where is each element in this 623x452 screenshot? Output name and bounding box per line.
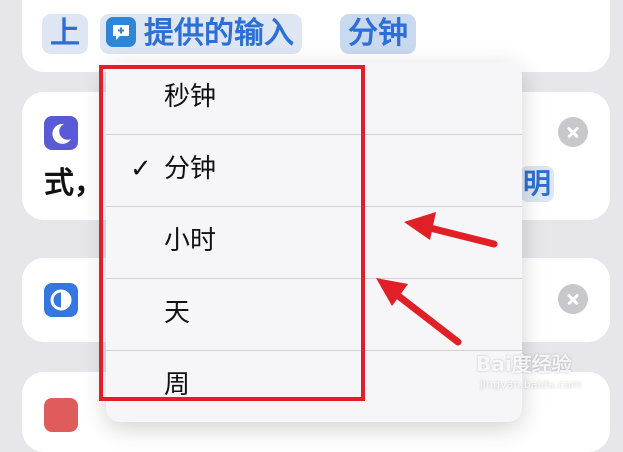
watermark-url: jingyan.baidu.com	[480, 378, 582, 391]
annotation-arrows	[376, 212, 498, 346]
watermark-logo: Bai度经验	[476, 352, 572, 376]
annotation-arrow	[404, 212, 498, 248]
annotation-arrow	[376, 278, 462, 346]
